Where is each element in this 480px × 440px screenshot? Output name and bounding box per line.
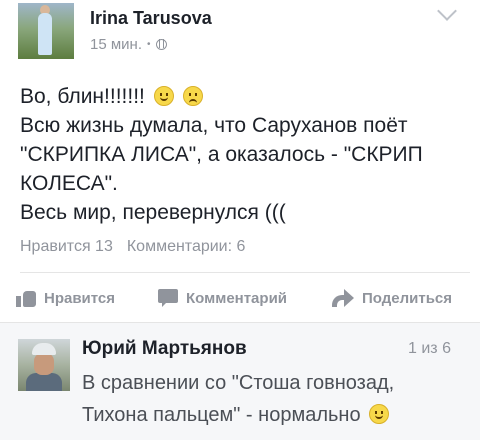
comment-item: Юрий Мартьянов 1 из 6 В сравнении со "Ст… xyxy=(0,322,480,440)
smile-emoji-icon xyxy=(153,86,174,106)
smile-emoji-icon xyxy=(369,404,390,424)
comment-text-line: В сравнении со "Стоша говнозад, xyxy=(82,372,395,394)
post-card: Irina Tarusova 15 мин. • Во, блин!!!!!!!… xyxy=(0,0,480,318)
likes-count[interactable]: Нравится 13 xyxy=(20,238,113,256)
comment-text: В сравнении со "Стоша говнозад, Тихона п… xyxy=(82,367,472,431)
angry-emoji-icon xyxy=(182,86,203,106)
post-text-line: КОЛЕСА". xyxy=(20,172,118,195)
share-button[interactable]: Поделиться xyxy=(332,289,452,307)
comment-button[interactable]: Комментарий xyxy=(158,289,287,307)
post-meta: 15 мин. • xyxy=(90,36,167,53)
thumbs-up-icon xyxy=(16,289,36,307)
commenter-avatar[interactable] xyxy=(18,339,70,391)
share-arrow-icon xyxy=(332,289,354,307)
commenter-name[interactable]: Юрий Мартьянов xyxy=(82,338,247,360)
like-button[interactable]: Нравится xyxy=(16,289,115,307)
post-time[interactable]: 15 мин. xyxy=(90,36,142,53)
chevron-down-icon[interactable] xyxy=(437,1,457,21)
meta-separator: • xyxy=(147,39,151,50)
like-label: Нравится xyxy=(44,289,116,307)
action-bar: Нравится Комментарий Поделиться xyxy=(0,282,480,316)
speech-bubble-icon xyxy=(158,289,178,307)
post-text: Во, блин!!!!!!! Всю жизнь думала, что Са… xyxy=(20,82,470,227)
divider xyxy=(20,272,470,273)
comment-position: 1 из 6 xyxy=(408,340,451,357)
comments-count[interactable]: Комментарии: 6 xyxy=(127,238,246,256)
post-stats: Нравится 13 Комментарии: 6 xyxy=(20,238,245,256)
author-avatar[interactable] xyxy=(18,3,74,59)
post-text-line: Всю жизнь думала, что Саруханов поёт xyxy=(20,114,408,137)
comment-text-line: Тихона пальцем" - нормально xyxy=(82,399,472,431)
share-label: Поделиться xyxy=(362,289,453,307)
globe-icon xyxy=(155,39,167,50)
post-text-line: Во, блин!!!!!!! xyxy=(20,82,470,111)
comment-label: Комментарий xyxy=(186,289,288,307)
author-name[interactable]: Irina Tarusova xyxy=(90,8,212,29)
post-text-line: "СКРИПКА ЛИСА", а оказалось - "СКРИП xyxy=(20,143,423,166)
post-text-line: Весь мир, перевернулся ((( xyxy=(20,201,286,224)
